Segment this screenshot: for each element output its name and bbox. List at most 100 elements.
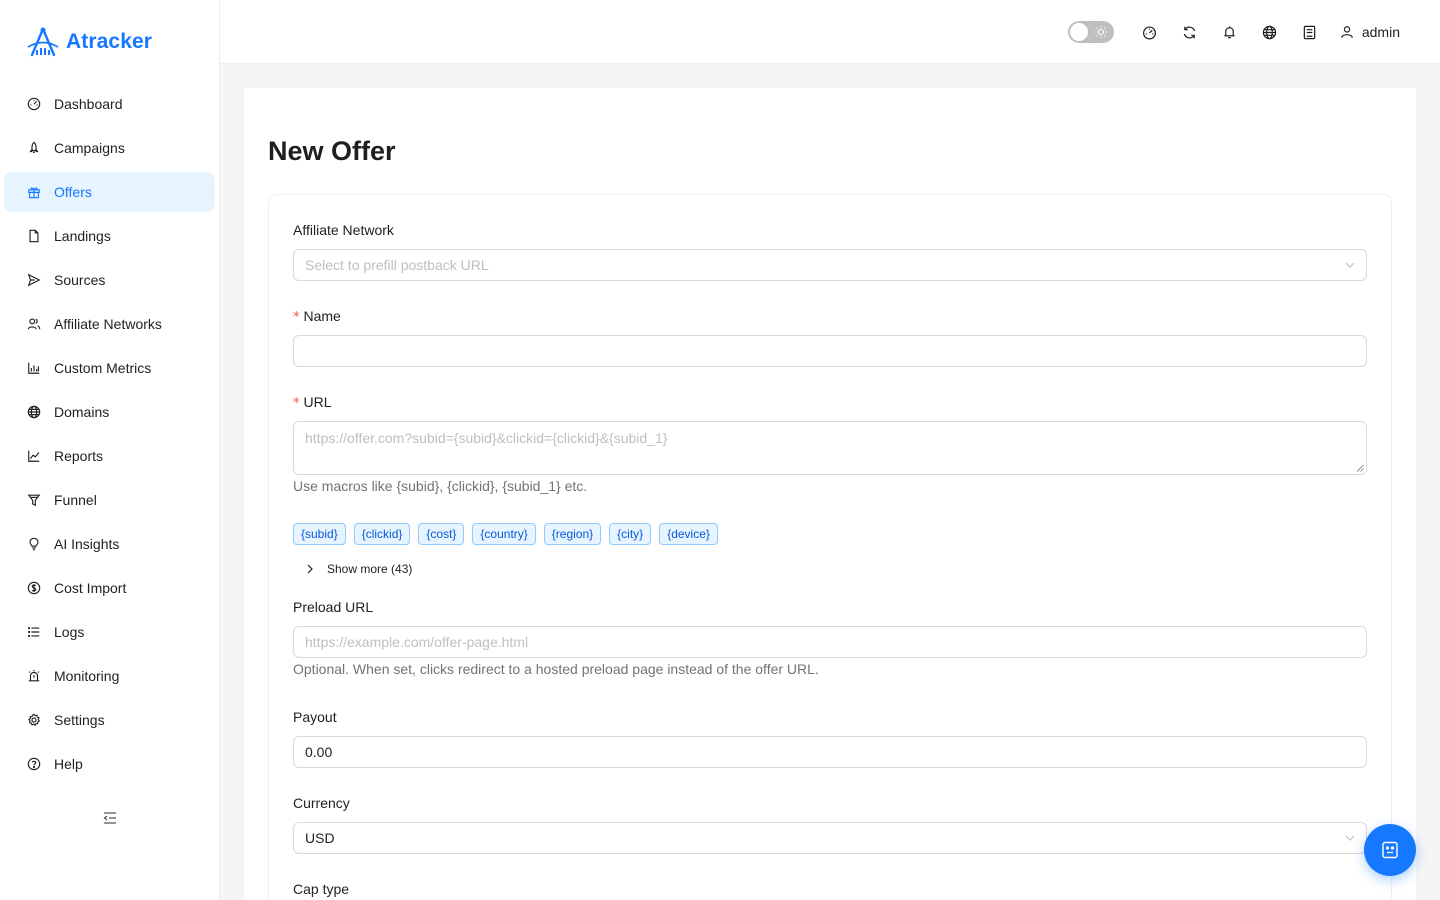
show-more-label: Show more (43) bbox=[327, 562, 413, 576]
assistant-float-button[interactable] bbox=[1364, 824, 1416, 876]
book-icon bbox=[1304, 25, 1316, 39]
currency-select[interactable]: USD bbox=[293, 822, 1367, 854]
gift-icon bbox=[26, 184, 42, 200]
payout-value: 0.00 bbox=[305, 744, 333, 760]
sidebar-item-reports[interactable]: Reports bbox=[4, 436, 215, 476]
sidebar-item-label: Settings bbox=[54, 712, 105, 728]
chevron-right-icon bbox=[307, 564, 313, 574]
currency-label: Currency bbox=[293, 795, 350, 811]
sidebar-item-help[interactable]: Help bbox=[4, 744, 215, 784]
macro-tag[interactable]: {subid} bbox=[293, 523, 346, 545]
top-header: admin bbox=[220, 0, 1440, 64]
payout-label: Payout bbox=[293, 709, 337, 725]
line-chart-icon bbox=[26, 448, 42, 464]
preload-url-help-text: Optional. When set, clicks redirect to a… bbox=[293, 661, 819, 677]
sidebar-item-label: AI Insights bbox=[54, 536, 120, 552]
bulb-icon bbox=[26, 536, 42, 552]
sidebar: Atracker Dashboard Campaigns Offers Land… bbox=[0, 0, 220, 900]
page-title: New Offer bbox=[268, 136, 396, 166]
required-mark: * bbox=[293, 310, 300, 325]
sidebar-item-funnel[interactable]: Funnel bbox=[4, 480, 215, 520]
docs-button[interactable] bbox=[1290, 20, 1330, 44]
macro-tag[interactable]: {cost} bbox=[418, 523, 465, 545]
username: admin bbox=[1361, 24, 1400, 40]
sidebar-item-label: Funnel bbox=[54, 492, 97, 508]
sidebar-item-monitoring[interactable]: Monitoring bbox=[4, 656, 215, 696]
macro-tag[interactable]: {device} bbox=[659, 523, 718, 545]
notifications-button[interactable] bbox=[1210, 20, 1250, 44]
cap-type-label: Cap type bbox=[293, 881, 350, 897]
menu-fold-icon bbox=[103, 812, 116, 824]
theme-toggle[interactable] bbox=[1067, 21, 1114, 43]
globe-icon bbox=[1263, 25, 1277, 39]
sidebar-item-campaigns[interactable]: Campaigns bbox=[4, 128, 215, 168]
macro-tag[interactable]: {clickid} bbox=[353, 523, 411, 545]
name-label-text: Name bbox=[303, 308, 341, 324]
sidebar-item-landings[interactable]: Landings bbox=[4, 216, 215, 256]
logo-icon bbox=[27, 27, 59, 57]
sidebar-item-label: Custom Metrics bbox=[54, 360, 152, 376]
bar-chart-icon bbox=[26, 360, 42, 376]
affiliate-network-placeholder: Select to prefill postback URL bbox=[305, 257, 489, 273]
sidebar-item-sources[interactable]: Sources bbox=[4, 260, 215, 300]
sidebar-item-label: Affiliate Networks bbox=[54, 316, 162, 332]
sidebar-item-label: Logs bbox=[54, 624, 85, 640]
sidebar-item-label: Cost Import bbox=[54, 580, 127, 596]
globe-icon bbox=[26, 404, 42, 420]
logo[interactable]: Atracker bbox=[26, 26, 152, 58]
sidebar-item-logs[interactable]: Logs bbox=[4, 612, 215, 652]
header-toolbar: admin bbox=[1067, 20, 1400, 44]
sidebar-item-domains[interactable]: Domains bbox=[4, 392, 215, 432]
preload-url-input[interactable]: https://example.com/offer-page.html bbox=[293, 626, 1367, 658]
sidebar-item-ai-insights[interactable]: AI Insights bbox=[4, 524, 215, 564]
macro-tags: {subid} {clickid} {cost} {country} {regi… bbox=[293, 523, 718, 545]
sidebar-item-settings[interactable]: Settings bbox=[4, 700, 215, 740]
funnel-icon bbox=[26, 492, 42, 508]
required-mark: * bbox=[293, 396, 300, 411]
sidebar-item-label: Dashboard bbox=[54, 96, 123, 112]
url-label-text: URL bbox=[303, 394, 332, 410]
sidebar-item-offers[interactable]: Offers bbox=[4, 172, 215, 212]
sidebar-item-label: Domains bbox=[54, 404, 110, 420]
url-help-text: Use macros like {subid}, {clickid}, {sub… bbox=[293, 478, 588, 494]
name-input[interactable] bbox=[293, 335, 1367, 367]
sun-icon bbox=[1094, 26, 1107, 38]
dashboard-icon bbox=[26, 96, 42, 112]
robot-icon bbox=[1382, 841, 1398, 859]
sidebar-item-affiliate-networks[interactable]: Affiliate Networks bbox=[4, 304, 215, 344]
sidebar-item-label: Reports bbox=[54, 448, 104, 464]
toggle-knob bbox=[1069, 23, 1088, 41]
chevron-down-icon bbox=[1345, 835, 1355, 841]
question-icon bbox=[26, 756, 42, 772]
refresh-button[interactable] bbox=[1170, 20, 1210, 44]
sidebar-item-label: Landings bbox=[54, 228, 111, 244]
collapse-sidebar-button[interactable] bbox=[101, 809, 119, 827]
macro-tag[interactable]: {region} bbox=[543, 523, 602, 545]
affiliate-network-label: Affiliate Network bbox=[293, 222, 394, 238]
currency-value: USD bbox=[305, 830, 335, 846]
sidebar-item-dashboard[interactable]: Dashboard bbox=[4, 84, 215, 124]
resize-handle-icon[interactable] bbox=[1356, 464, 1364, 472]
language-button[interactable] bbox=[1250, 20, 1290, 44]
user-menu[interactable]: admin bbox=[1340, 24, 1400, 40]
user-icon bbox=[1341, 26, 1353, 38]
main-card: New Offer Affiliate Network Select to pr… bbox=[244, 88, 1416, 900]
sidebar-item-label: Monitoring bbox=[54, 668, 120, 684]
preload-url-placeholder: https://example.com/offer-page.html bbox=[305, 634, 529, 650]
url-label: * URL bbox=[293, 394, 332, 411]
alert-icon bbox=[26, 668, 42, 684]
payout-input[interactable]: 0.00 bbox=[293, 736, 1367, 768]
show-more-macros-button[interactable]: Show more (43) bbox=[305, 562, 412, 576]
sidebar-item-label: Sources bbox=[54, 272, 106, 288]
macro-tag[interactable]: {city} bbox=[609, 523, 652, 545]
list-icon bbox=[26, 624, 42, 640]
sidebar-item-cost-import[interactable]: Cost Import bbox=[4, 568, 215, 608]
chevron-down-icon bbox=[1345, 262, 1355, 268]
sidebar-item-label: Help bbox=[54, 756, 83, 772]
affiliate-network-select[interactable]: Select to prefill postback URL bbox=[293, 249, 1367, 281]
url-textarea[interactable]: https://offer.com?subid={subid}&clickid=… bbox=[293, 421, 1367, 475]
dashboard-shortcut-button[interactable] bbox=[1130, 20, 1170, 44]
macro-tag[interactable]: {country} bbox=[472, 523, 536, 545]
sidebar-item-label: Offers bbox=[54, 184, 92, 200]
sidebar-item-custom-metrics[interactable]: Custom Metrics bbox=[4, 348, 215, 388]
